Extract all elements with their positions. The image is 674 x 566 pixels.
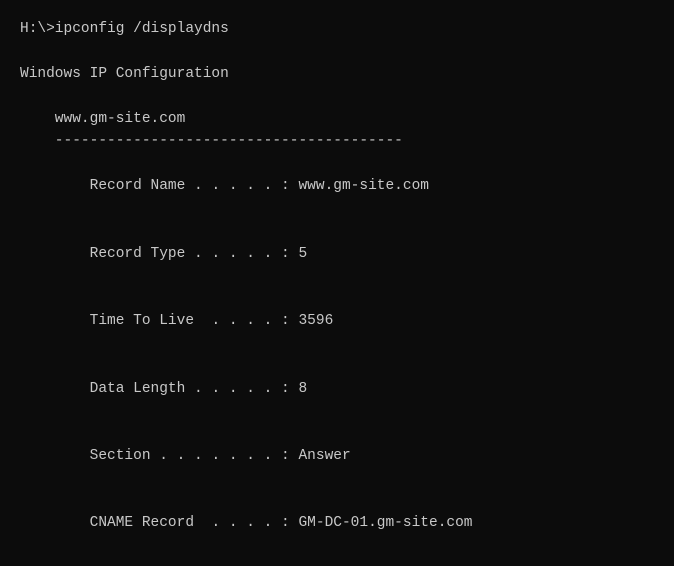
- record1-ttl: Time To Live . . . . : 3596: [20, 288, 654, 355]
- record1-cname: CNAME Record . . . . : GM-DC-01.gm-site.…: [20, 490, 654, 557]
- blank-line-2: [20, 85, 654, 107]
- record1-section: Section . . . . . . . : Answer: [20, 422, 654, 489]
- record1-name-label: Record Name . . . . . :: [55, 178, 290, 194]
- record1-ttl-label: Time To Live . . . . :: [55, 313, 290, 329]
- record1-datalength-value: 8: [290, 381, 307, 397]
- record1-type-label: Record Type . . . . . :: [55, 246, 290, 262]
- record1-section-label: Section . . . . . . . :: [55, 448, 290, 464]
- record1-cname-label: CNAME Record . . . . :: [55, 515, 290, 531]
- record1-name: Record Name . . . . . : www.gm-site.com: [20, 153, 654, 220]
- windows-ip-config: Windows IP Configuration: [20, 63, 654, 85]
- record1-datalength: Data Length . . . . . : 8: [20, 355, 654, 422]
- record1-name-value: www.gm-site.com: [290, 178, 429, 194]
- terminal-window: H:\>ipconfig /displaydns Windows IP Conf…: [0, 0, 674, 566]
- domain-name: www.gm-site.com: [20, 108, 654, 130]
- blank-line-1: [20, 40, 654, 62]
- record1-cname-value: GM-DC-01.gm-site.com: [290, 515, 473, 531]
- record1-datalength-label: Data Length . . . . . :: [55, 381, 290, 397]
- blank-line-3: [20, 557, 654, 566]
- prompt-line: H:\>ipconfig /displaydns: [20, 18, 654, 40]
- separator: ----------------------------------------: [20, 130, 654, 152]
- record1-section-value: Answer: [290, 448, 351, 464]
- record1-type: Record Type . . . . . : 5: [20, 220, 654, 287]
- record1-ttl-value: 3596: [290, 313, 334, 329]
- record1-type-value: 5: [290, 246, 307, 262]
